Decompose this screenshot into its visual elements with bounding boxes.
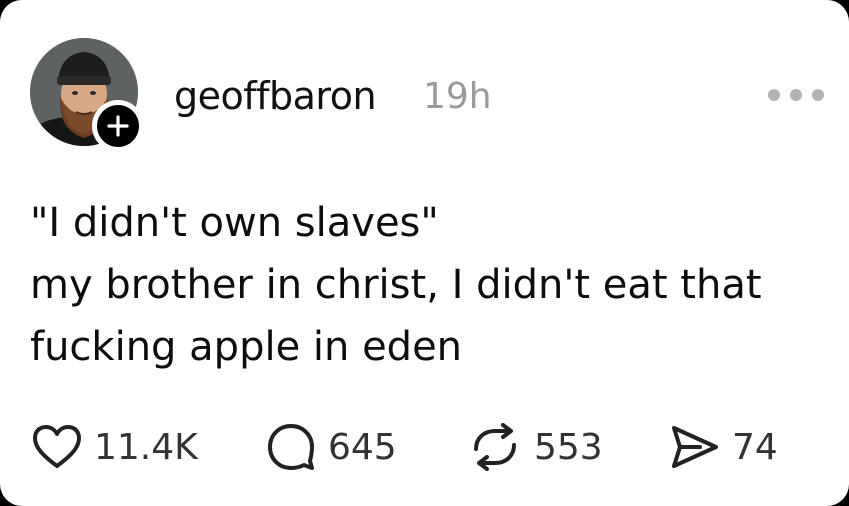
plus-icon: [107, 115, 129, 137]
like-count: 11.4K: [94, 426, 198, 468]
follow-button[interactable]: [92, 100, 144, 152]
more-dots-icon: [812, 89, 824, 101]
post-body: "I didn't own slaves" my brother in chri…: [30, 192, 820, 378]
more-dots-icon: [768, 89, 780, 101]
post-timestamp[interactable]: 19h: [423, 76, 492, 117]
share-button[interactable]: 74: [670, 422, 778, 472]
like-button[interactable]: 11.4K: [32, 422, 198, 472]
post-text-line: my brother in christ, I didn't eat that: [30, 262, 762, 308]
share-count: 74: [732, 426, 778, 468]
action-bar: 11.4K 645 553 74: [32, 422, 822, 472]
heart-icon: [33, 425, 81, 468]
more-options-button[interactable]: [768, 86, 824, 104]
speech-bubble-icon: [268, 424, 314, 470]
username-link[interactable]: geoffbaron: [174, 74, 377, 118]
repost-arrows-icon: [474, 423, 516, 471]
post-card: geoffbaron 19h "I didn't own slaves" my …: [0, 0, 849, 506]
more-dots-icon: [790, 89, 802, 101]
reply-button[interactable]: 645: [266, 422, 397, 472]
repost-count: 553: [534, 426, 603, 468]
post-text-line: "I didn't own slaves": [30, 200, 439, 246]
avatar-wrap: [30, 38, 144, 152]
repost-button[interactable]: 553: [468, 422, 603, 472]
send-icon: [672, 426, 718, 468]
reply-count: 645: [328, 426, 397, 468]
post-text-line: fucking apple in eden: [30, 324, 463, 370]
